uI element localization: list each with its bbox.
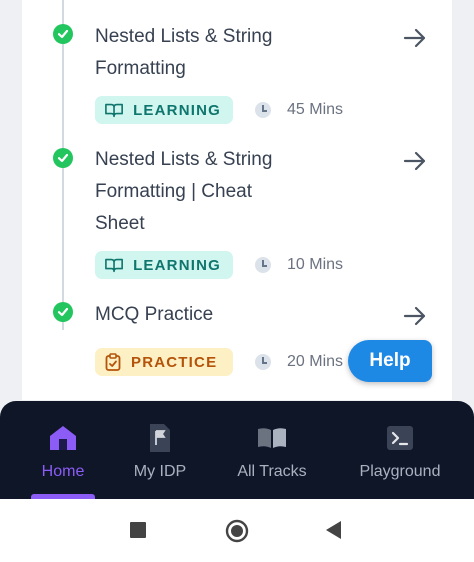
clock-icon: [255, 354, 271, 370]
system-navigation-bar: [0, 499, 474, 562]
flag-document-icon: [145, 423, 175, 453]
nav-home[interactable]: Home: [30, 423, 96, 481]
arrow-right-icon[interactable]: [402, 148, 428, 174]
nav-playground[interactable]: Playground: [354, 423, 446, 481]
item-title[interactable]: MCQ Practice: [95, 299, 385, 331]
triangle-back-icon[interactable]: [326, 521, 342, 539]
circle-home-icon[interactable]: [225, 519, 249, 543]
book-icon: [105, 103, 123, 118]
clock-icon: [255, 102, 271, 118]
square-recents-icon[interactable]: [130, 522, 146, 538]
nav-all-tracks[interactable]: All Tracks: [230, 423, 314, 481]
completed-check-icon: [53, 24, 73, 44]
help-button[interactable]: Help: [348, 340, 432, 382]
completed-check-icon: [53, 302, 73, 322]
learning-badge: LEARNING: [95, 251, 233, 279]
home-icon: [48, 423, 78, 453]
open-book-icon: [257, 423, 287, 453]
terminal-icon: [385, 423, 415, 453]
duration: 20 Mins: [255, 353, 343, 371]
learning-badge: LEARNING: [95, 96, 233, 124]
arrow-right-icon[interactable]: [402, 303, 428, 329]
bottom-navigation: Home My IDP All Tracks Playground: [0, 401, 474, 499]
completed-check-icon: [53, 148, 73, 168]
clock-icon: [255, 257, 271, 273]
arrow-right-icon[interactable]: [402, 25, 428, 51]
clipboard-check-icon: [105, 353, 121, 371]
nav-my-idp[interactable]: My IDP: [128, 423, 192, 481]
practice-badge: PRACTICE: [95, 348, 233, 376]
item-title[interactable]: Nested Lists & String Formatting | Cheat…: [95, 144, 385, 240]
duration: 10 Mins: [255, 256, 343, 274]
item-title[interactable]: Nested Lists & String Formatting: [95, 21, 385, 85]
book-icon: [105, 258, 123, 273]
duration: 45 Mins: [255, 101, 343, 119]
